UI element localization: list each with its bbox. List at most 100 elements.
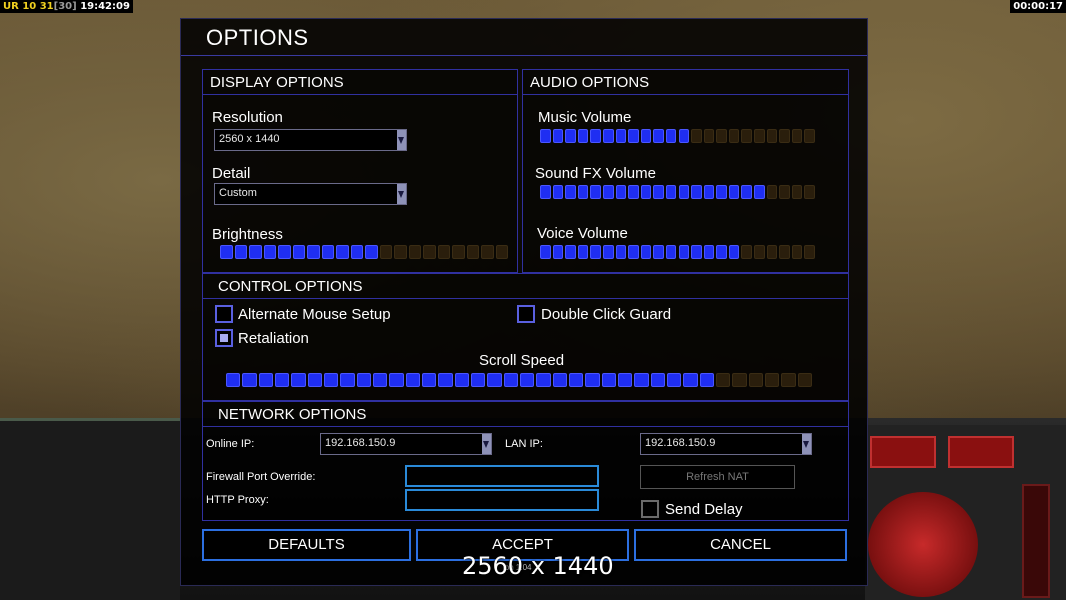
slider-segment[interactable] — [292, 245, 305, 259]
slider-segment[interactable] — [379, 245, 392, 259]
slider-segment[interactable] — [520, 373, 535, 387]
slider-segment[interactable] — [481, 245, 494, 259]
slider-segment[interactable] — [665, 245, 677, 259]
slider-segment[interactable] — [242, 373, 257, 387]
slider-segment[interactable] — [754, 129, 765, 143]
slider-segment[interactable] — [324, 373, 339, 387]
slider-segment[interactable] — [405, 373, 420, 387]
slider-segment[interactable] — [249, 245, 262, 259]
slider-segment[interactable] — [307, 373, 322, 387]
slider-segment[interactable] — [454, 373, 469, 387]
slider-segment[interactable] — [220, 245, 233, 259]
slider-segment[interactable] — [779, 185, 790, 199]
slider-segment[interactable] — [766, 129, 778, 143]
slider-segment[interactable] — [291, 373, 306, 387]
slider-segment[interactable] — [452, 245, 465, 259]
firewall-port-input[interactable] — [405, 465, 599, 487]
send-delay-label[interactable]: Send Delay — [665, 501, 743, 518]
chevron-down-icon[interactable] — [397, 184, 406, 204]
slider-segment[interactable] — [618, 373, 633, 387]
slider-segment[interactable] — [748, 373, 763, 387]
slider-segment[interactable] — [615, 129, 627, 143]
slider-segment[interactable] — [716, 373, 731, 387]
slider-segment[interactable] — [804, 129, 815, 143]
slider-segment[interactable] — [741, 129, 753, 143]
slider-segment[interactable] — [585, 373, 600, 387]
send-delay-checkbox[interactable] — [641, 500, 659, 518]
slider-segment[interactable] — [703, 129, 715, 143]
slider-segment[interactable] — [226, 373, 241, 387]
slider-segment[interactable] — [365, 245, 378, 259]
chevron-down-icon[interactable] — [397, 130, 406, 150]
cancel-button[interactable]: CANCEL — [634, 529, 847, 561]
slider-segment[interactable] — [779, 245, 790, 259]
slider-segment[interactable] — [569, 373, 584, 387]
slider-segment[interactable] — [394, 245, 407, 259]
slider-segment[interactable] — [536, 373, 551, 387]
slider-segment[interactable] — [791, 129, 803, 143]
slider-segment[interactable] — [683, 373, 698, 387]
slider-segment[interactable] — [321, 245, 334, 259]
slider-segment[interactable] — [336, 245, 349, 259]
slider-segment[interactable] — [503, 373, 518, 387]
slider-segment[interactable] — [356, 373, 371, 387]
defaults-button[interactable]: DEFAULTS — [202, 529, 411, 561]
music-volume-slider[interactable] — [540, 129, 817, 144]
slider-segment[interactable] — [640, 185, 652, 199]
scroll-speed-slider[interactable] — [226, 373, 814, 388]
slider-segment[interactable] — [577, 245, 589, 259]
slider-segment[interactable] — [565, 129, 576, 143]
sound-fx-volume-slider[interactable] — [540, 185, 817, 200]
slider-segment[interactable] — [754, 185, 765, 199]
double-click-guard-label[interactable]: Double Click Guard — [541, 306, 671, 323]
slider-segment[interactable] — [602, 245, 614, 259]
slider-segment[interactable] — [438, 373, 453, 387]
slider-segment[interactable] — [640, 129, 652, 143]
slider-segment[interactable] — [275, 373, 290, 387]
slider-segment[interactable] — [628, 185, 639, 199]
slider-segment[interactable] — [699, 373, 714, 387]
slider-segment[interactable] — [234, 245, 247, 259]
retaliation-checkbox[interactable] — [215, 329, 233, 347]
slider-segment[interactable] — [779, 129, 790, 143]
slider-segment[interactable] — [804, 245, 815, 259]
slider-segment[interactable] — [307, 245, 320, 259]
slider-segment[interactable] — [590, 129, 601, 143]
slider-segment[interactable] — [601, 373, 616, 387]
slider-segment[interactable] — [437, 245, 450, 259]
slider-segment[interactable] — [389, 373, 404, 387]
chevron-down-icon[interactable] — [482, 434, 491, 454]
slider-segment[interactable] — [797, 373, 812, 387]
slider-segment[interactable] — [703, 245, 715, 259]
slider-segment[interactable] — [565, 245, 576, 259]
slider-segment[interactable] — [340, 373, 355, 387]
slider-segment[interactable] — [590, 185, 601, 199]
slider-segment[interactable] — [373, 373, 388, 387]
double-click-guard-checkbox[interactable] — [517, 305, 535, 323]
slider-segment[interactable] — [741, 245, 753, 259]
slider-segment[interactable] — [741, 185, 753, 199]
slider-segment[interactable] — [350, 245, 363, 259]
slider-segment[interactable] — [728, 185, 740, 199]
chevron-down-icon[interactable] — [802, 434, 811, 454]
alternate-mouse-label[interactable]: Alternate Mouse Setup — [238, 306, 391, 323]
slider-segment[interactable] — [602, 185, 614, 199]
slider-segment[interactable] — [678, 129, 690, 143]
slider-segment[interactable] — [258, 373, 273, 387]
slider-segment[interactable] — [665, 129, 677, 143]
brightness-slider[interactable] — [220, 245, 510, 260]
slider-segment[interactable] — [678, 185, 690, 199]
slider-segment[interactable] — [653, 129, 664, 143]
slider-segment[interactable] — [423, 245, 436, 259]
slider-segment[interactable] — [487, 373, 502, 387]
slider-segment[interactable] — [653, 185, 664, 199]
slider-segment[interactable] — [552, 373, 567, 387]
slider-segment[interactable] — [577, 185, 589, 199]
slider-segment[interactable] — [765, 373, 780, 387]
slider-segment[interactable] — [471, 373, 486, 387]
slider-segment[interactable] — [766, 185, 778, 199]
refresh-nat-button[interactable]: Refresh NAT — [640, 465, 795, 489]
slider-segment[interactable] — [691, 129, 702, 143]
slider-segment[interactable] — [728, 129, 740, 143]
slider-segment[interactable] — [590, 245, 601, 259]
